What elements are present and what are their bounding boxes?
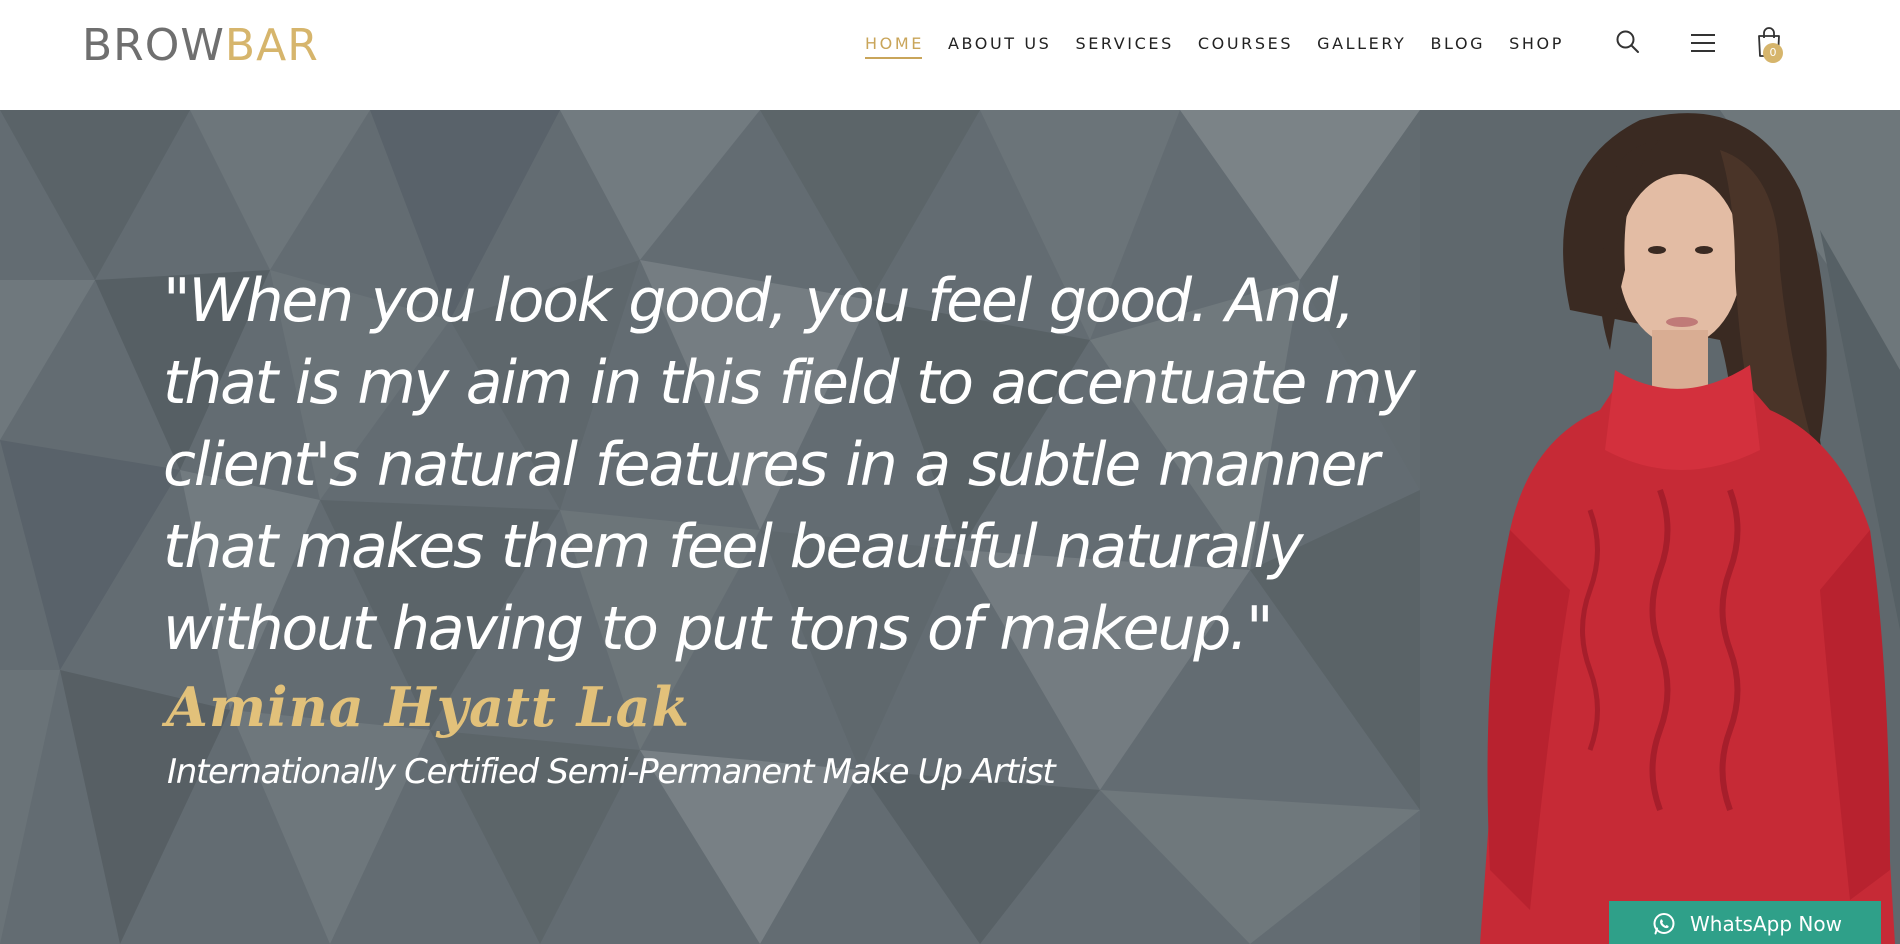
- hamburger-menu-icon[interactable]: [1690, 32, 1716, 59]
- brand-logo[interactable]: BROWBAR: [82, 21, 319, 71]
- nav-item-shop[interactable]: SHOP: [1509, 34, 1564, 57]
- search-icon[interactable]: [1614, 28, 1642, 61]
- nav-item-about-us[interactable]: ABOUT US: [948, 34, 1051, 57]
- hero-section: "When you look good, you feel good. And,…: [0, 110, 1900, 944]
- nav-item-home[interactable]: HOME: [865, 34, 924, 59]
- quote-line: client's natural features in a subtle ma…: [163, 430, 1380, 500]
- quote-author: Amina Hyatt Lak: [166, 675, 691, 739]
- whatsapp-label: WhatsApp Now: [1690, 912, 1842, 936]
- nav-item-blog[interactable]: BLOG: [1430, 34, 1485, 57]
- quote-line: that is my aim in this field to accentua…: [163, 348, 1416, 418]
- quote-line: "When you look good, you feel good. And,: [163, 266, 1355, 336]
- logo-bar: BAR: [224, 20, 319, 71]
- cart-count-badge: 0: [1763, 43, 1783, 63]
- whatsapp-icon: [1652, 912, 1676, 936]
- main-nav: HOME ABOUT US SERVICES COURSES GALLERY B…: [865, 30, 1588, 60]
- nav-item-gallery[interactable]: GALLERY: [1317, 34, 1406, 57]
- hero-quote: "When you look good, you feel good. And,…: [163, 260, 1423, 670]
- logo-brow: BROW: [82, 20, 225, 71]
- whatsapp-now-button[interactable]: WhatsApp Now: [1609, 901, 1881, 944]
- nav-item-services[interactable]: SERVICES: [1075, 34, 1173, 57]
- site-header: BROWBAR HOME ABOUT US SERVICES COURSES G…: [0, 0, 1900, 110]
- quote-line: that makes them feel beautiful naturally: [163, 512, 1304, 582]
- quote-line: without having to put tons of makeup.": [163, 594, 1274, 664]
- author-title: Internationally Certified Semi-Permanent…: [167, 752, 1056, 792]
- nav-item-courses[interactable]: COURSES: [1198, 34, 1293, 57]
- artist-portrait-image: [1480, 113, 1895, 944]
